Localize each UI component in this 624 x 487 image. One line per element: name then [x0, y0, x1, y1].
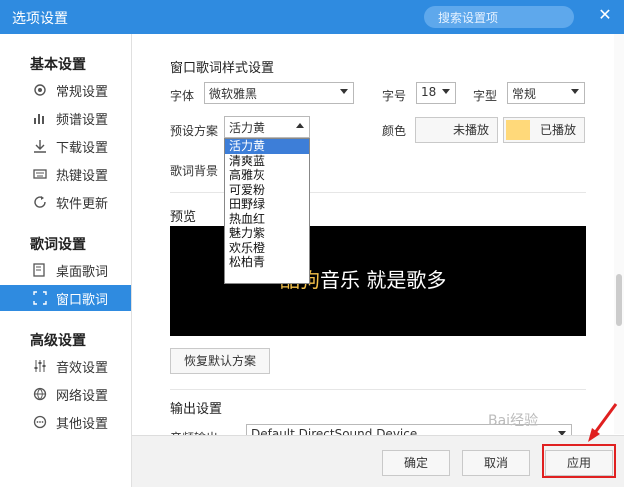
sidebar-item-update[interactable]: 软件更新: [0, 189, 131, 215]
scrollbar-thumb[interactable]: [616, 274, 622, 326]
sidebar-item-label: 音效设置: [56, 360, 109, 376]
sidebar-section-advanced: 高级设置: [30, 333, 86, 349]
chevron-down-icon: [442, 89, 450, 94]
preset-option[interactable]: 活力黄: [225, 139, 309, 154]
chevron-down-icon: [340, 89, 348, 94]
preset-option[interactable]: 魅力紫: [225, 226, 309, 241]
preview-title: 预览: [170, 210, 197, 225]
arrow-icon: [588, 403, 618, 442]
sidebar-item-sound-effects[interactable]: 音效设置: [0, 353, 131, 379]
preset-option[interactable]: 热血红: [225, 212, 309, 227]
sidebar-item-download[interactable]: 下载设置: [0, 133, 131, 159]
sidebar-item-hotkey[interactable]: 热键设置: [0, 161, 131, 187]
size-label: 字号: [382, 89, 407, 103]
preset-option[interactable]: 松柏青: [225, 255, 309, 270]
sidebar-section-basic: 基本设置: [30, 57, 86, 73]
unplayed-color-button[interactable]: 未播放: [415, 117, 498, 143]
color-label: 颜色: [382, 124, 407, 138]
sidebar: 基本设置 常规设置 频谱设置 下载设置 热键设置 软件更新 歌词设置 桌面歌词 …: [0, 34, 132, 487]
scrollbar[interactable]: [614, 34, 624, 434]
preview-text-rest: 音乐 就是歌多: [320, 268, 447, 292]
preset-select[interactable]: 活力黄: [224, 116, 310, 138]
played-color-button[interactable]: 已播放: [503, 117, 585, 143]
sidebar-item-desktop-lyrics[interactable]: 桌面歌词: [0, 257, 131, 283]
download-icon: [32, 138, 48, 154]
divider: [170, 389, 586, 390]
size-value: 18: [421, 85, 437, 99]
restore-defaults-button[interactable]: 恢复默认方案: [170, 348, 270, 374]
preset-value: 活力黄: [229, 121, 266, 135]
sidebar-item-label: 常规设置: [56, 84, 109, 100]
output-title: 输出设置: [170, 402, 223, 417]
refresh-icon: [32, 194, 48, 210]
sidebar-item-label: 下载设置: [56, 140, 109, 156]
dialog-footer: 确定 取消 应用: [132, 403, 624, 487]
equalizer-icon: [32, 358, 48, 374]
sidebar-item-label: 窗口歌词: [56, 292, 109, 308]
more-icon: [32, 414, 48, 430]
globe-icon: [32, 386, 48, 402]
weight-value: 常规: [512, 87, 537, 101]
played-color-swatch: [506, 120, 530, 140]
preset-option[interactable]: 清爽蓝: [225, 154, 309, 169]
chevron-up-icon: [296, 123, 304, 128]
font-value: 微软雅黑: [209, 87, 258, 101]
chevron-down-icon: [571, 89, 579, 94]
sidebar-item-label: 软件更新: [56, 196, 109, 212]
search-input[interactable]: 搜索设置项: [424, 6, 574, 28]
sidebar-item-window-lyrics[interactable]: 窗口歌词: [0, 285, 131, 311]
ok-button[interactable]: 确定: [382, 450, 450, 476]
title-bar: 选项设置 搜索设置项 ✕: [0, 0, 624, 34]
played-label: 已播放: [539, 123, 576, 137]
spectrum-icon: [32, 110, 48, 126]
sidebar-item-label: 热键设置: [56, 168, 109, 184]
preset-dropdown-list[interactable]: 活力黄 清爽蓝 高雅灰 可爱粉 田野绿 热血红 魅力紫 欢乐橙 松柏青: [224, 138, 310, 284]
size-select[interactable]: 18: [416, 82, 456, 104]
sidebar-item-label: 桌面歌词: [56, 264, 109, 280]
weight-select[interactable]: 常规: [507, 82, 585, 104]
preset-option[interactable]: 可爱粉: [225, 183, 309, 198]
font-select[interactable]: 微软雅黑: [204, 82, 354, 104]
highlight-box: [542, 444, 616, 478]
lyrics-bg-label: 歌词背景: [170, 164, 219, 178]
settings-panel: 窗口歌词样式设置 字体 微软雅黑 字号 18 字型 常规 预设方案 活力黄 颜色…: [132, 34, 624, 487]
keyboard-icon: [32, 166, 48, 182]
sidebar-item-spectrum[interactable]: 频谱设置: [0, 105, 131, 131]
sidebar-item-network[interactable]: 网络设置: [0, 381, 131, 407]
cancel-button[interactable]: 取消: [462, 450, 530, 476]
window-title: 选项设置: [12, 11, 68, 27]
preset-option[interactable]: 田野绿: [225, 197, 309, 212]
sidebar-item-label: 频谱设置: [56, 112, 109, 128]
gear-icon: [32, 82, 48, 98]
weight-label: 字型: [473, 89, 498, 103]
preset-label: 预设方案: [170, 124, 219, 138]
close-icon[interactable]: ✕: [596, 6, 614, 24]
window-lyrics-icon: [32, 290, 48, 306]
sidebar-section-lyrics: 歌词设置: [30, 237, 86, 253]
preset-option[interactable]: 欢乐橙: [225, 241, 309, 256]
desktop-lyrics-icon: [32, 262, 48, 278]
sidebar-item-label: 其他设置: [56, 416, 109, 432]
lyrics-style-title: 窗口歌词样式设置: [170, 61, 275, 76]
sidebar-item-general[interactable]: 常规设置: [0, 77, 131, 103]
sidebar-item-other[interactable]: 其他设置: [0, 409, 131, 435]
sidebar-item-label: 网络设置: [56, 388, 109, 404]
font-label: 字体: [170, 89, 195, 103]
watermark: Bai经验: [488, 413, 539, 429]
preset-option[interactable]: 高雅灰: [225, 168, 309, 183]
